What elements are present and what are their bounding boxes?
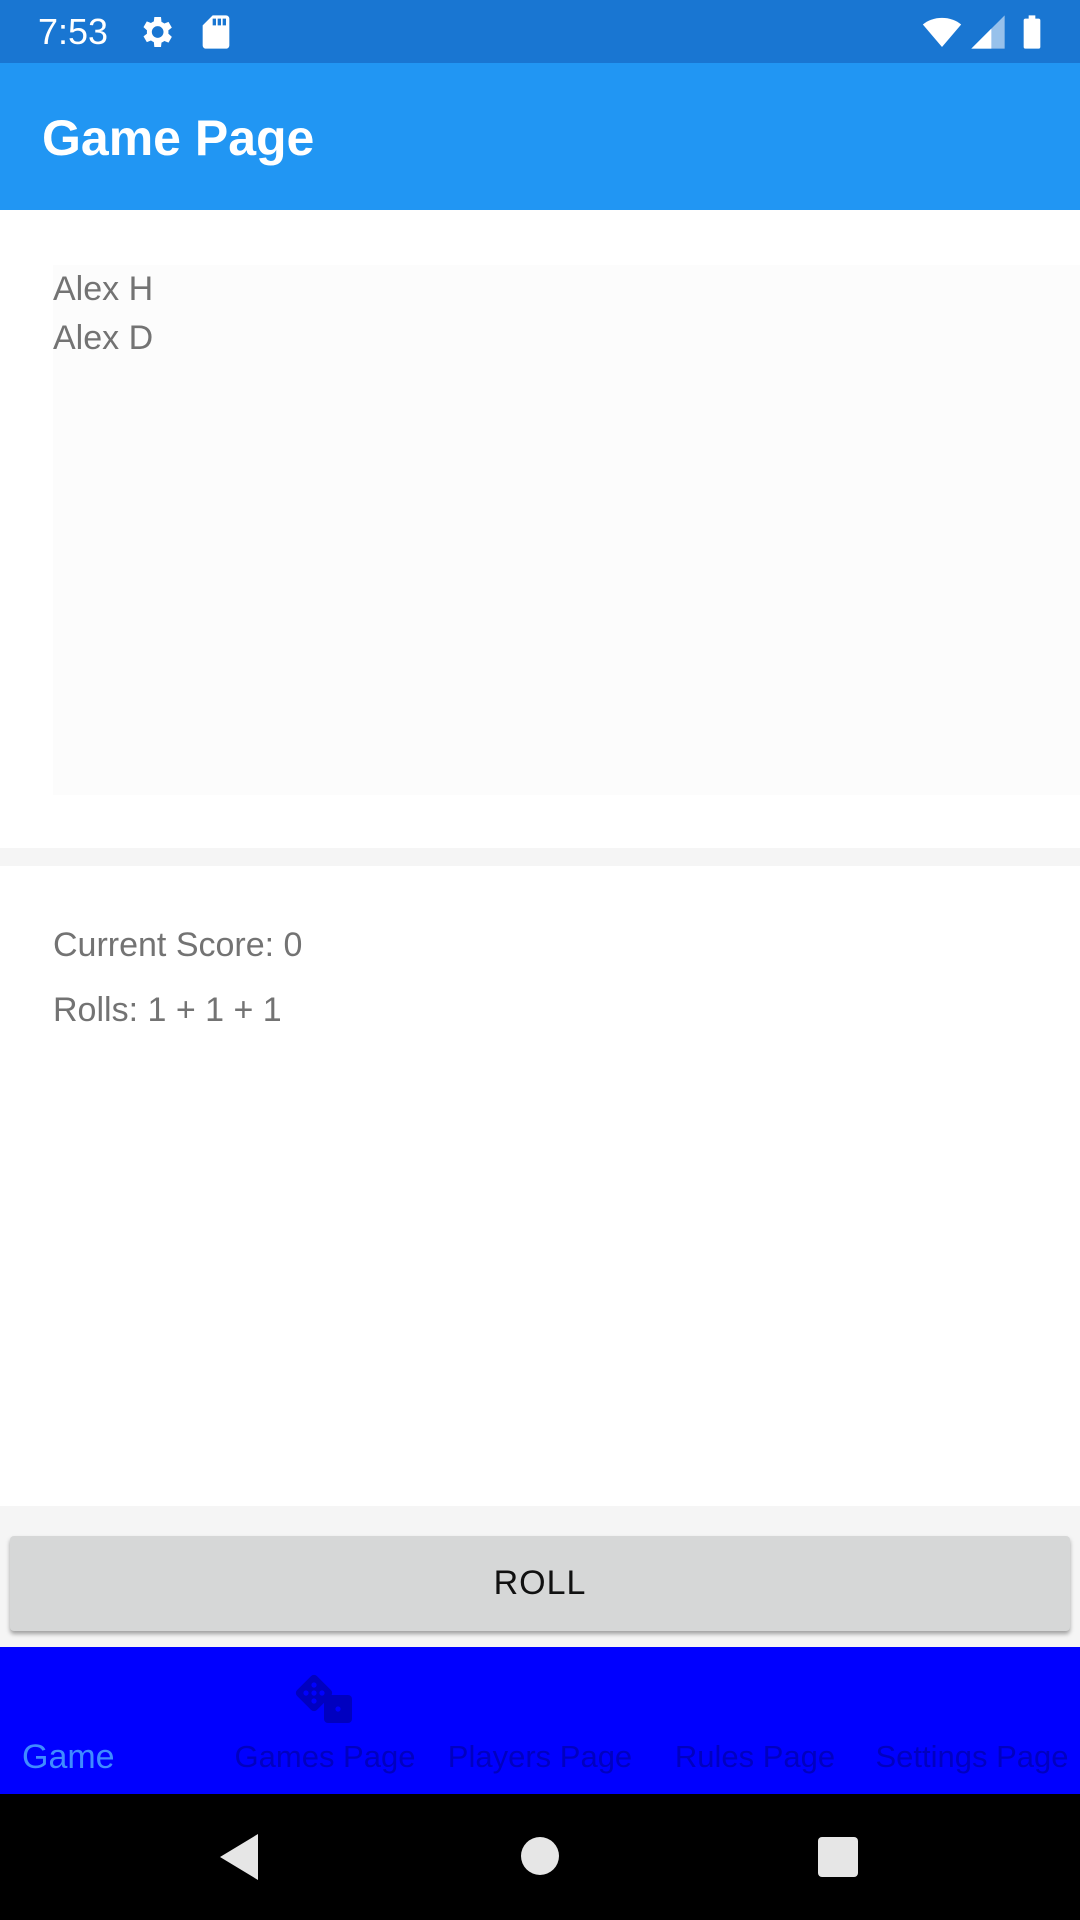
home-icon[interactable] [520,1836,560,1876]
signal-icon [971,15,1005,49]
dice-icon [295,1674,352,1723]
gear-icon [143,17,172,47]
tab-players-page[interactable]: Players Page [435,1647,645,1794]
list-item[interactable]: Alex D [53,314,1080,363]
list-item[interactable]: Alex H [53,265,1080,314]
players-list[interactable]: Alex H Alex D [53,265,1080,795]
tab-label: Settings Page [875,1739,1069,1774]
status-bar: 7:53 [0,0,1080,63]
score-card: Current Score: 0 Rolls: 1 + 1 + 1 [0,866,1080,1506]
back-icon[interactable] [216,1832,260,1882]
roll-button[interactable]: ROLL [10,1536,1070,1631]
tab-label: Rules Page [674,1739,836,1774]
tab-label: Players Page [447,1739,633,1774]
status-time: 7:53 [38,11,109,52]
tab-settings-page[interactable]: Settings Page [864,1647,1080,1794]
rolls-label: Rolls: 1 + 1 + 1 [53,991,282,1029]
nav-bar [0,1794,1080,1920]
battery-icon [1023,15,1041,49]
app-bar: Game Page [0,63,1080,210]
current-score-label: Current Score: 0 [53,926,303,964]
page-title: Game Page [42,110,315,166]
tab-rules-page[interactable]: Rules Page [650,1647,860,1794]
tab-label: Game [22,1738,115,1776]
tab-bar: Game Games Page Players Page Rules Page … [0,1647,1080,1794]
sd-card-icon [202,15,230,49]
recents-icon[interactable] [817,1836,859,1878]
wifi-icon [922,17,962,47]
tab-games-page[interactable]: Games Page [220,1647,430,1794]
tab-label: Games Page [234,1739,416,1774]
players-card: Alex H Alex D [0,210,1080,848]
tab-game[interactable]: Game [22,1647,202,1794]
